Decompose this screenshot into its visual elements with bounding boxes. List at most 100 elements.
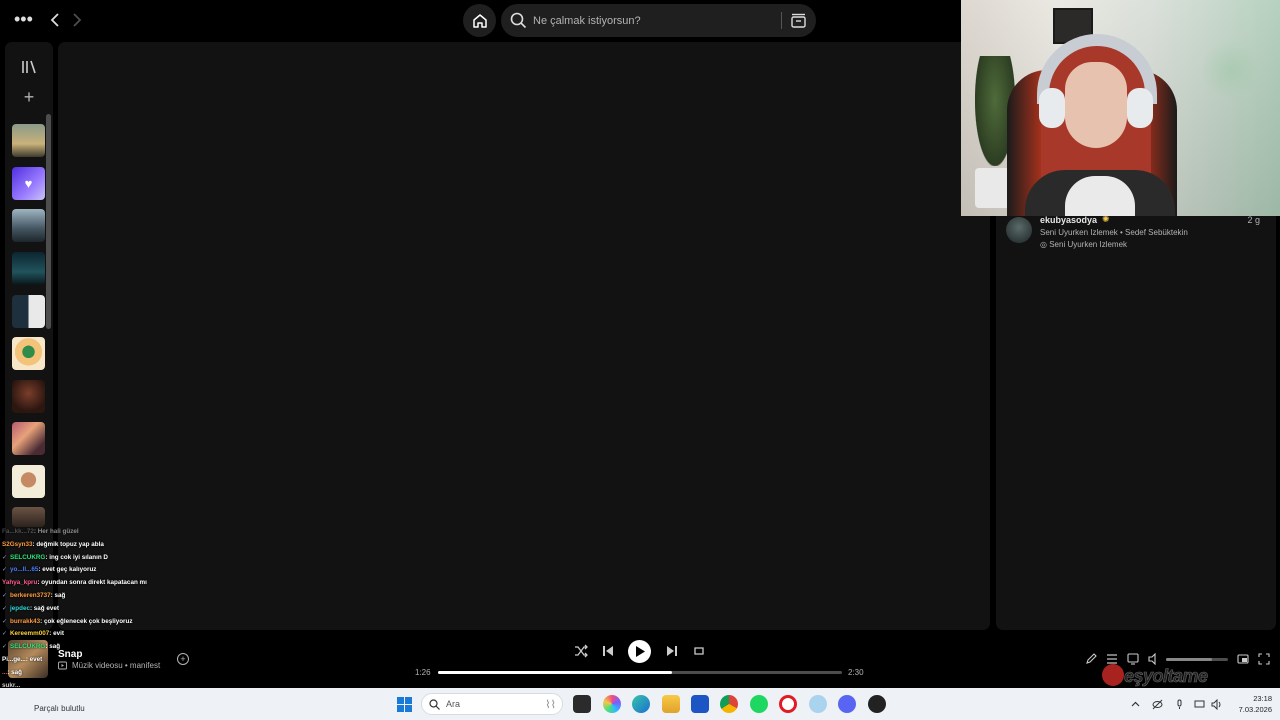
copilot-icon[interactable] [603,695,621,713]
weather-widget[interactable]: Parçalı bulutlu [34,704,85,713]
display-icon[interactable] [1194,699,1205,710]
headphone-right [1127,88,1153,128]
forward-icon[interactable] [70,10,84,30]
search-icon [429,699,440,710]
chat-username[interactable]: burrakk43 [10,618,40,625]
friend-activity-item[interactable]: ekubyasodya ✺ 2 g Seni Uyurken Izlemek •… [1006,214,1270,254]
file-explorer-icon[interactable] [662,695,680,713]
chat-text: : evit [49,630,64,638]
search-divider [781,12,782,29]
chat-text: : evet geç kalıyoruz [38,566,97,574]
windows-start-icon[interactable] [397,697,412,712]
context-icon: ◎ [1040,240,1047,249]
library-item-album[interactable] [12,507,45,527]
speaker-icon[interactable] [1211,699,1222,710]
search-input[interactable] [533,4,773,37]
clock-date: 7.03.2026 [1238,705,1272,714]
taskbar-search-label: Ara [446,699,461,709]
elapsed-time: 1:26 [415,668,431,677]
back-icon[interactable] [48,10,62,30]
progress-fill [438,671,672,674]
chat-message: Yahya_kpru: oyundan sonra direkt kapatac… [2,577,202,590]
volume-slider[interactable] [1166,658,1228,661]
chat-text: : sağ evet [29,604,60,612]
friend-name[interactable]: ekubyasodya [1040,215,1097,225]
friend-track[interactable]: Seni Uyurken Izlemek • Sedef Sebüktekin [1040,228,1188,237]
volume-fill [1166,658,1212,661]
more-icon[interactable]: ••• [14,10,34,30]
badge-icon: ✓ [2,618,8,625]
chat-message: S2Gsyn33: değmik topuz yap abla [2,539,202,552]
progress-bar[interactable] [438,671,842,674]
desk-device [975,168,1011,208]
chat-message: ✓ berkeren3737: sağ [2,590,202,603]
windows-taskbar: Parçalı bulutlu Ara ⌇⌇ 23:18 7.03.2026 [0,688,1280,720]
system-clock[interactable]: 23:18 7.03.2026 [1232,693,1272,715]
library-item-album[interactable] [12,337,45,370]
chat-text: : evet [25,655,43,663]
taskbar-search[interactable]: Ara ⌇⌇ [421,693,563,715]
badge-icon: ✓ [2,592,8,599]
chat-username[interactable]: yo...ll...65 [10,566,38,573]
chat-text: : Her hali güzel [33,528,79,535]
chat-message: ✓ jepdec: sağ evet [2,603,202,616]
opera-icon[interactable] [779,695,797,713]
spotify-icon[interactable] [750,695,768,713]
friend-context[interactable]: ◎ Seni Uyurken Izlemek [1040,240,1127,249]
edge-icon[interactable] [632,695,650,713]
library-item-playlist[interactable] [12,124,45,157]
network-off-icon[interactable] [1152,699,1163,710]
chat-username[interactable]: S2Gsyn33 [2,541,32,548]
play-icon [635,646,645,657]
friend-time: 2 g [1247,215,1260,225]
chat-username[interactable]: Fa...kk...72 [2,528,34,535]
chat-text: : değmik topuz yap abla [32,540,104,548]
chat-username[interactable]: SELCUKRG [10,554,45,561]
plus-icon[interactable]: + [21,88,37,106]
app-icon[interactable] [809,695,827,713]
headphone-left [1039,88,1065,128]
chat-username[interactable]: Yahya_kpru [2,579,37,586]
chrome-icon[interactable] [720,695,738,713]
library-item-artist[interactable] [12,465,45,498]
next-icon[interactable] [665,644,679,658]
channel-watermark: eşyoltame [1102,662,1262,690]
avatar[interactable] [1006,217,1032,243]
previous-icon[interactable] [601,644,615,658]
repeat-icon[interactable] [692,644,706,658]
now-playing-view-icon[interactable] [1085,653,1097,665]
webcam-overlay [961,0,1280,216]
chat-text: : çok eğlenecek çok beşliyoruz [40,617,133,625]
library-item-artist[interactable] [12,380,45,413]
chat-username[interactable]: berkeren3737 [10,592,51,599]
badge-icon: ✓ [2,605,8,612]
play-button[interactable] [628,640,651,663]
search-bar[interactable] [501,4,816,37]
sidebar-scrollbar[interactable] [46,114,51,329]
task-view-icon[interactable] [573,695,591,713]
library-item-playlist[interactable] [12,295,45,328]
library-icon[interactable] [21,60,37,74]
chat-text: : sağ [7,668,22,676]
chat-message: ✓ burrakk43: çok eğlenecek çok beşliyoruz [2,616,202,629]
shuffle-icon[interactable] [574,644,588,658]
home-button[interactable] [463,4,496,37]
store-icon[interactable] [691,695,709,713]
chat-message: ...: sağ [2,667,202,680]
chat-username[interactable]: jepdec [10,605,30,612]
home-icon [472,13,487,28]
badge-icon: ✓ [2,631,8,638]
chat-username[interactable]: Pi...ge... [2,656,26,663]
chat-username[interactable]: SELCUKRG [10,643,45,650]
browse-icon[interactable] [789,11,808,30]
library-item-album[interactable] [12,209,45,242]
chat-message: ✓ SELCUKRG: sağ [2,641,202,654]
obs-icon[interactable] [868,695,886,713]
library-item-album[interactable] [12,422,45,455]
library-item-liked-songs[interactable]: ♥ [12,167,45,200]
discord-icon[interactable] [838,695,856,713]
chat-username[interactable]: Kereemm007 [10,630,49,637]
library-item-album[interactable] [12,252,45,285]
microphone-icon[interactable] [1174,699,1185,710]
chevron-up-icon[interactable] [1130,699,1141,710]
